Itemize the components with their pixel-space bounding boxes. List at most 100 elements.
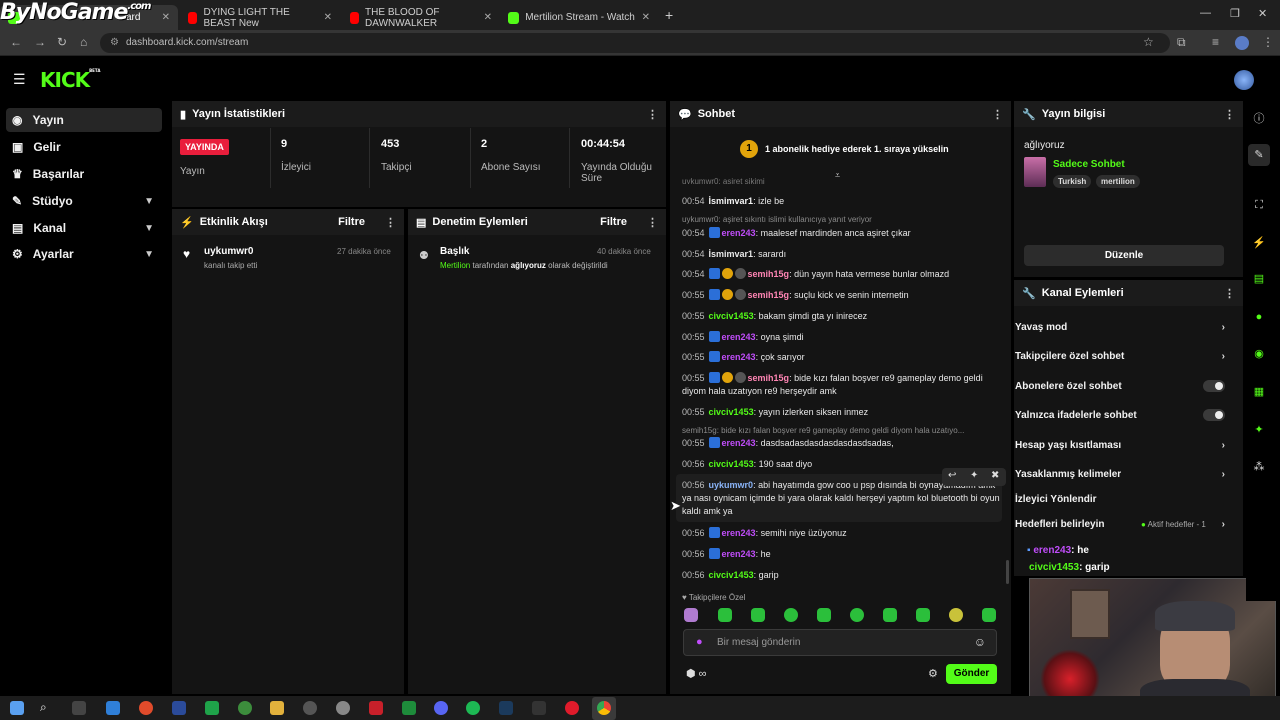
msg-user[interactable]: semih15g bbox=[748, 290, 790, 300]
emote-icon[interactable] bbox=[817, 608, 831, 622]
minimize-icon[interactable]: — bbox=[1200, 7, 1211, 19]
tag-chip[interactable]: Turkish bbox=[1053, 175, 1092, 188]
emotes-only-toggle[interactable] bbox=[1203, 409, 1225, 421]
browser-tab-2[interactable]: DYING LIGHT THE BEAST New ✕ bbox=[180, 5, 340, 30]
file-explorer-icon[interactable] bbox=[270, 701, 284, 715]
emote-icon[interactable] bbox=[751, 608, 765, 622]
epic-games-icon[interactable] bbox=[532, 701, 546, 715]
sidebar-item-studyo[interactable]: ✎ Stüdyo ▼ bbox=[6, 189, 162, 213]
profile-avatar[interactable] bbox=[1235, 36, 1249, 50]
home-icon[interactable]: ⌂ bbox=[80, 35, 87, 49]
chat-message[interactable]: 00:55 eren243: çok sarıyor bbox=[682, 351, 1002, 364]
emote-icon[interactable] bbox=[883, 608, 897, 622]
msg-user[interactable]: eren243 bbox=[722, 352, 756, 362]
site-info-icon[interactable]: ⚙ bbox=[110, 33, 119, 53]
sidebar-item-ayarlar[interactable]: ⚙ Ayarlar ▼ bbox=[6, 242, 162, 266]
chat-message[interactable]: 00:56 eren243: semihi niye üzüyonuz bbox=[682, 527, 1002, 540]
chat-message[interactable]: 00:55 civciv1453: bakam şimdi gta yı inir… bbox=[682, 310, 1002, 323]
action-host[interactable]: İzleyici Yönlendir bbox=[1015, 494, 1225, 505]
user-avatar[interactable] bbox=[1234, 70, 1254, 90]
msg-user[interactable]: eren243 bbox=[722, 549, 756, 559]
add-widget-icon[interactable]: ⁂ bbox=[1252, 460, 1266, 474]
more-options-icon[interactable]: ⋮ bbox=[1224, 287, 1235, 300]
settings-icon[interactable] bbox=[336, 701, 350, 715]
msg-user[interactable]: eren243 bbox=[722, 228, 756, 238]
sidebar-item-kanal[interactable]: ▤ Kanal ▼ bbox=[6, 216, 162, 240]
steam-icon[interactable] bbox=[499, 701, 513, 715]
chat-message[interactable]: 00:54 İsmimvar1: sarardı bbox=[682, 248, 1002, 261]
action-account-age[interactable]: Hesap yaşı kısıtlaması › bbox=[1015, 440, 1225, 451]
msg-user[interactable]: eren243 bbox=[722, 528, 756, 538]
more-options-icon[interactable]: ⋮ bbox=[647, 108, 658, 121]
chat-message[interactable]: 00:55 eren243: dasdsadasdasdasdasdasdsada… bbox=[682, 437, 1002, 450]
browser-menu-icon[interactable]: ⋮ bbox=[1262, 35, 1274, 49]
msg-user[interactable]: civciv1453 bbox=[709, 459, 754, 469]
bookmark-star-icon[interactable]: ☆ bbox=[1143, 35, 1154, 49]
msg-user[interactable]: civciv1453 bbox=[709, 311, 754, 321]
more-options-icon[interactable]: ⋮ bbox=[992, 108, 1003, 121]
emoji-icon[interactable]: ☺ bbox=[974, 635, 986, 649]
hamburger-menu-icon[interactable]: ☰ bbox=[13, 71, 26, 88]
opera-icon[interactable] bbox=[565, 701, 579, 715]
sidebar-item-basarilar[interactable]: ♛ Başarılar bbox=[6, 162, 162, 186]
maximize-icon[interactable]: ❐ bbox=[1230, 7, 1240, 20]
category-name[interactable]: Sadece Sohbet bbox=[1053, 159, 1125, 170]
pencil-icon[interactable]: ✎ bbox=[1252, 148, 1266, 162]
moderator-name[interactable]: Mertilion bbox=[440, 261, 470, 270]
chat-icon[interactable]: ● bbox=[1252, 310, 1266, 324]
store-icon[interactable] bbox=[106, 701, 120, 715]
chat-scrollbar[interactable] bbox=[1006, 560, 1009, 584]
send-button[interactable]: Gönder bbox=[946, 664, 997, 684]
chat-message[interactable]: 00:54 İsmimvar1: izle be bbox=[682, 195, 1002, 208]
chat-input[interactable]: ● Bir mesaj gönderin ☺ bbox=[683, 629, 997, 656]
chrome-icon[interactable] bbox=[597, 701, 611, 715]
reload-icon[interactable]: ↻ bbox=[57, 35, 67, 49]
more-options-icon[interactable]: ⋮ bbox=[647, 216, 658, 229]
chat-message[interactable]: 00:56 civciv1453: garip bbox=[682, 569, 1002, 582]
browser-tab-3[interactable]: THE BLOOD OF DAWNWALKER ✕ bbox=[342, 5, 500, 30]
action-slow-mode[interactable]: Yavaş mod › bbox=[1015, 322, 1225, 333]
xbox-icon[interactable] bbox=[238, 701, 252, 715]
action-followers-only[interactable]: Takipçilere özel sohbet › bbox=[1015, 351, 1225, 362]
close-window-icon[interactable]: ✕ bbox=[1258, 7, 1267, 20]
msg-user[interactable]: civciv1453 bbox=[709, 407, 754, 417]
action-subscribers-only[interactable]: Abonelere özel sohbet bbox=[1015, 380, 1225, 392]
browser-tab-4[interactable]: Mertilion Stream - Watch Live o ✕ bbox=[500, 5, 658, 30]
chat-settings-icon[interactable]: ⚙ bbox=[928, 667, 938, 680]
app-icon[interactable] bbox=[172, 701, 186, 715]
windows-start-icon[interactable] bbox=[10, 701, 24, 715]
close-tab-icon[interactable]: ✕ bbox=[642, 12, 650, 23]
reply-icon[interactable]: ↩ bbox=[948, 470, 956, 481]
action-goals[interactable]: Hedefleri belirleyin ● Aktif hedefler - 1… bbox=[1015, 519, 1225, 530]
media-icon[interactable]: ≡ bbox=[1212, 35, 1219, 49]
msg-user[interactable]: semih15g bbox=[748, 373, 790, 383]
url-field[interactable]: ⚙ dashboard.kick.com/stream bbox=[100, 33, 1170, 53]
filter-button[interactable]: Filtre bbox=[338, 216, 365, 228]
app-icon[interactable] bbox=[369, 701, 383, 715]
emote-icon[interactable] bbox=[684, 608, 698, 622]
pin-icon[interactable]: ✦ bbox=[970, 470, 978, 481]
action-banned-words[interactable]: Yasaklanmış kelimeler › bbox=[1015, 469, 1225, 480]
discord-icon[interactable] bbox=[434, 701, 448, 715]
chat-message[interactable]: 00:55 civciv1453: yayın izlerken siksen i… bbox=[682, 406, 1002, 419]
emote-icon[interactable] bbox=[718, 608, 732, 622]
chrome-alt-icon[interactable] bbox=[139, 701, 153, 715]
msg-user[interactable]: eren243 bbox=[722, 332, 756, 342]
subscribers-only-toggle[interactable] bbox=[1203, 380, 1225, 392]
more-options-icon[interactable]: ⋮ bbox=[385, 216, 396, 229]
tag-chip[interactable]: mertilion bbox=[1096, 175, 1140, 188]
filter-button[interactable]: Filtre bbox=[600, 216, 627, 228]
msg-user[interactable]: İsmimvar1 bbox=[709, 196, 754, 206]
close-tab-icon[interactable]: ✕ bbox=[484, 12, 492, 23]
msg-user[interactable]: semih15g bbox=[748, 269, 790, 279]
more-options-icon[interactable]: ⋮ bbox=[1224, 108, 1235, 121]
spotify-icon[interactable] bbox=[466, 701, 480, 715]
new-tab-icon[interactable]: + bbox=[665, 7, 673, 23]
chat-message[interactable]: 00:54 semih15g: dün yayın hata vermese bu… bbox=[682, 268, 1002, 281]
broadcast-icon[interactable]: ◉ bbox=[1252, 347, 1266, 361]
chat-message[interactable]: 00:55 semih15g: suçlu kick ve senin inter… bbox=[682, 289, 1002, 302]
task-view-icon[interactable] bbox=[72, 701, 86, 715]
emote-icon[interactable] bbox=[982, 608, 996, 622]
emote-icon[interactable] bbox=[949, 608, 963, 622]
close-tab-icon[interactable]: ✕ bbox=[162, 12, 170, 23]
